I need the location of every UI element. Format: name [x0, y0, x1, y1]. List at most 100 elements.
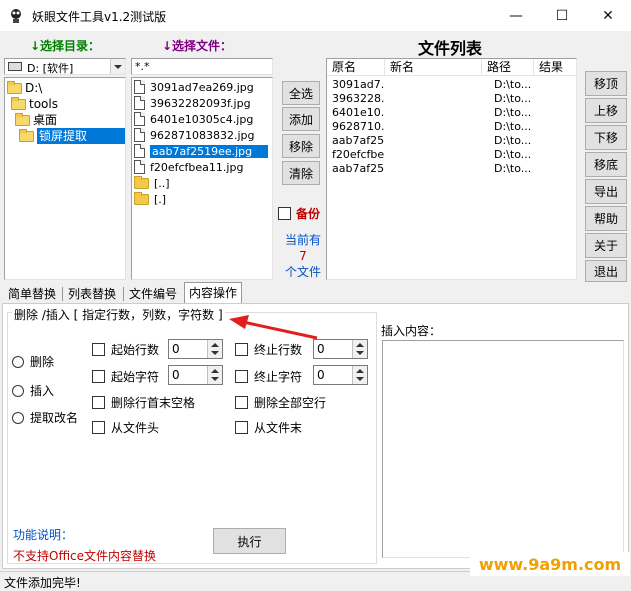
arrow-down-icon[interactable] — [356, 351, 364, 355]
radio-extract-rename[interactable]: 提取改名 — [12, 409, 78, 426]
tab-content-operation[interactable]: 内容操作 — [184, 282, 243, 304]
select-all-button[interactable]: 全选 — [282, 81, 320, 105]
check-box[interactable] — [235, 370, 248, 383]
file-item[interactable]: aab7af2519ee.jpg — [134, 143, 274, 159]
check-box[interactable] — [235, 421, 248, 434]
start-line-checkbox[interactable]: 起始行数 — [92, 341, 159, 358]
tree-item-tools[interactable]: tools — [11, 96, 58, 112]
file-listbox[interactable]: 3091ad7ea269.jpg 39632282093f.jpg 6401e1… — [131, 77, 273, 280]
radio-insert[interactable]: 插入 — [12, 382, 54, 399]
radio-delete[interactable]: 删除 — [12, 353, 54, 370]
file-filter-input[interactable]: *.* — [131, 58, 273, 75]
about-button[interactable]: 关于 — [585, 233, 627, 258]
window-title: 妖眼文件工具v1.2测试版 — [32, 10, 167, 24]
file-listview[interactable]: 原名 新名 路径 结果 3091ad7... D:\to... 3963228.… — [326, 58, 577, 280]
move-up-button[interactable]: 上移 — [585, 98, 627, 123]
column-header-path[interactable]: 路径 — [482, 59, 534, 76]
directory-tree[interactable]: D:\ tools 桌面 锁屏提取 — [4, 77, 126, 280]
help-button[interactable]: 帮助 — [585, 206, 627, 231]
column-header-result[interactable]: 结果 — [534, 59, 577, 76]
watermark: www.9a9m.com — [470, 552, 630, 576]
start-char-value: 0 — [172, 368, 180, 382]
add-button[interactable]: 添加 — [282, 107, 320, 131]
column-header-original[interactable]: 原名 — [327, 59, 385, 76]
tree-item-lockscreen[interactable]: 锁屏提取 — [19, 128, 125, 144]
tree-item-drive[interactable]: D:\ — [7, 80, 42, 96]
arrow-down-icon[interactable] — [211, 351, 219, 355]
stepper-arrows[interactable] — [352, 340, 367, 358]
arrow-up-icon[interactable] — [356, 369, 364, 373]
file-item[interactable]: 3091ad7ea269.jpg — [134, 79, 274, 95]
backup-checkbox[interactable]: 备份 — [278, 205, 320, 222]
tab-list-replace[interactable]: 列表替换 — [64, 284, 120, 304]
file-item[interactable]: 39632282093f.jpg — [134, 95, 274, 111]
file-item[interactable]: f20efcfbea11.jpg — [134, 159, 274, 175]
exit-button[interactable]: 退出 — [585, 260, 627, 282]
check-box[interactable] — [235, 396, 248, 409]
arrow-down-icon[interactable] — [356, 377, 364, 381]
stepper-arrows[interactable] — [352, 366, 367, 384]
check-box[interactable] — [92, 396, 105, 409]
execute-button[interactable]: 执行 — [213, 528, 286, 554]
arrow-up-icon[interactable] — [211, 343, 219, 347]
check-box[interactable] — [235, 343, 248, 356]
table-row[interactable]: 6401e10... — [332, 106, 384, 120]
file-name: 6401e10305c4.jpg — [150, 112, 254, 126]
chevron-down-icon[interactable] — [110, 59, 125, 74]
trim-spaces-checkbox[interactable]: 删除行首末空格 — [92, 394, 195, 411]
move-top-button[interactable]: 移顶 — [585, 71, 627, 96]
table-row[interactable]: 3091ad7... — [332, 78, 384, 92]
close-button[interactable]: ✕ — [585, 0, 631, 31]
from-file-head-checkbox[interactable]: 从文件头 — [92, 419, 159, 436]
start-line-stepper[interactable]: 0 — [168, 339, 223, 359]
radio-circle[interactable] — [12, 384, 24, 397]
radio-circle[interactable] — [12, 411, 24, 424]
clear-button[interactable]: 清除 — [282, 161, 320, 185]
radio-circle[interactable] — [12, 355, 24, 368]
arrow-up-icon[interactable] — [356, 343, 364, 347]
check-box[interactable] — [92, 421, 105, 434]
move-down-button[interactable]: 下移 — [585, 125, 627, 150]
maximize-button[interactable]: ☐ — [539, 0, 585, 31]
table-row[interactable]: aab7af25... — [332, 162, 384, 176]
insert-content-textarea[interactable] — [382, 340, 624, 558]
table-row[interactable]: aab7af25... — [332, 134, 384, 148]
drive-icon — [8, 62, 22, 71]
folder-item[interactable]: [.] — [134, 191, 274, 207]
move-bottom-button[interactable]: 移底 — [585, 152, 627, 177]
file-item[interactable]: 962871083832.jpg — [134, 127, 274, 143]
stepper-arrows[interactable] — [207, 340, 222, 358]
tab-file-numbering[interactable]: 文件编号 — [125, 284, 181, 304]
from-file-tail-checkbox[interactable]: 从文件末 — [235, 419, 302, 436]
start-char-checkbox[interactable]: 起始字符 — [92, 368, 159, 385]
export-button[interactable]: 导出 — [585, 179, 627, 204]
table-row[interactable]: 9628710... — [332, 120, 384, 134]
file-icon — [134, 144, 145, 158]
arrow-down-icon[interactable] — [211, 377, 219, 381]
end-line-stepper[interactable]: 0 — [313, 339, 368, 359]
table-row[interactable]: 3963228... — [332, 92, 384, 106]
stepper-arrows[interactable] — [207, 366, 222, 384]
folder-item[interactable]: [..] — [134, 175, 274, 191]
end-line-checkbox[interactable]: 终止行数 — [235, 341, 302, 358]
column-header-new[interactable]: 新名 — [385, 59, 482, 76]
delete-empty-lines-checkbox[interactable]: 删除全部空行 — [235, 394, 326, 411]
table-row[interactable]: f20efcfbe... — [332, 148, 384, 162]
check-box[interactable] — [92, 343, 105, 356]
file-item[interactable]: 6401e10305c4.jpg — [134, 111, 274, 127]
drive-select[interactable]: D: [软件] — [4, 58, 126, 75]
backup-check-box[interactable] — [278, 207, 291, 220]
tab-simple-replace[interactable]: 简单替换 — [4, 284, 60, 304]
end-char-stepper[interactable]: 0 — [313, 365, 368, 385]
tree-item-desktop[interactable]: 桌面 — [15, 112, 57, 128]
start-char-stepper[interactable]: 0 — [168, 365, 223, 385]
insert-content-label: 插入内容： — [381, 324, 442, 338]
file-count: 当前有 7 个文件 — [280, 232, 326, 280]
check-box[interactable] — [92, 370, 105, 383]
end-char-checkbox[interactable]: 终止字符 — [235, 368, 302, 385]
tab-divider — [62, 287, 63, 301]
minimize-button[interactable]: — — [493, 0, 539, 31]
arrow-up-icon[interactable] — [211, 369, 219, 373]
remove-button[interactable]: 移除 — [282, 134, 320, 158]
maximize-icon: ☐ — [555, 7, 569, 24]
